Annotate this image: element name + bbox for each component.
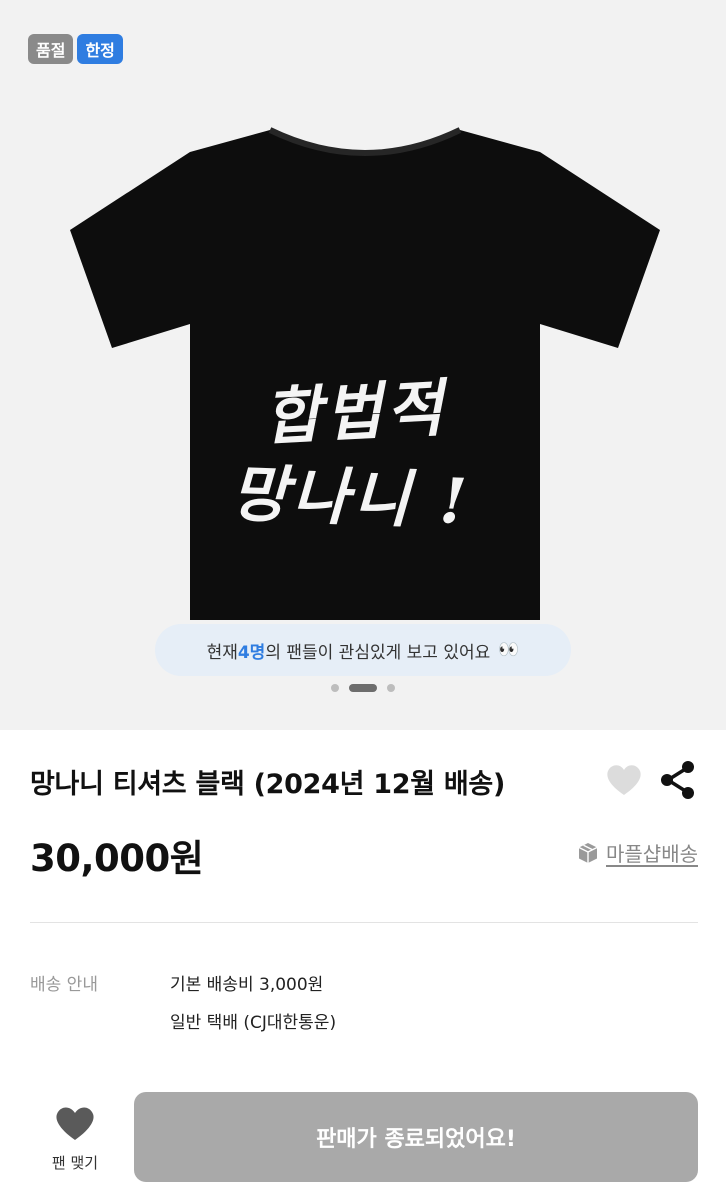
shipping-carrier: 일반 택배 (CJ대한통운) — [170, 1013, 337, 1033]
section-divider — [30, 922, 698, 923]
share-icon — [661, 761, 694, 799]
shipping-fee: 기본 배송비 3,000원 — [170, 975, 324, 995]
limited-badge: 한정 — [77, 34, 123, 64]
soldout-badge: 품절 — [28, 34, 74, 64]
product-image-carousel[interactable]: 품절 한정 합법적 망나니 ! 현재 4명 의 팬들이 관심있게 보고 있어요 … — [0, 0, 726, 730]
shipping-method-label: 마플샵배송 — [606, 842, 698, 866]
fan-follow-label: 팬 맺기 — [51, 1154, 99, 1172]
fan-follow-button[interactable]: 팬 맺기 — [30, 1100, 120, 1180]
product-price: 30,000원 — [30, 837, 204, 880]
carousel-indicator — [0, 684, 726, 692]
carousel-dot[interactable] — [331, 684, 339, 692]
viewer-suffix: 의 팬들이 관심있게 보고 있어요 — [265, 642, 491, 663]
shipping-info-label: 배송 안내 — [30, 975, 98, 995]
share-button[interactable] — [658, 760, 696, 800]
product-badges: 품절 한정 — [28, 34, 123, 64]
product-title: 망나니 티셔츠 블랙 (2024년 12월 배송) — [30, 769, 505, 800]
viewer-prefix: 현재 — [206, 642, 238, 663]
heart-icon — [607, 765, 641, 795]
carousel-dot[interactable] — [387, 684, 395, 692]
viewer-count: 4명 — [237, 642, 266, 663]
heart-icon — [56, 1107, 94, 1140]
box-icon — [578, 842, 598, 863]
viewer-count-banner: 현재 4명 의 팬들이 관심있게 보고 있어요 👀 — [155, 624, 571, 676]
sold-out-button[interactable]: 판매가 종료되었어요! — [134, 1092, 698, 1182]
tshirt-image: 합법적 망나니 ! — [70, 112, 660, 622]
eyes-icon: 👀 — [498, 640, 520, 660]
like-button[interactable] — [604, 760, 644, 800]
shipping-method-link[interactable]: 마플샵배송 — [576, 838, 698, 867]
carousel-dot-active[interactable] — [349, 684, 377, 692]
